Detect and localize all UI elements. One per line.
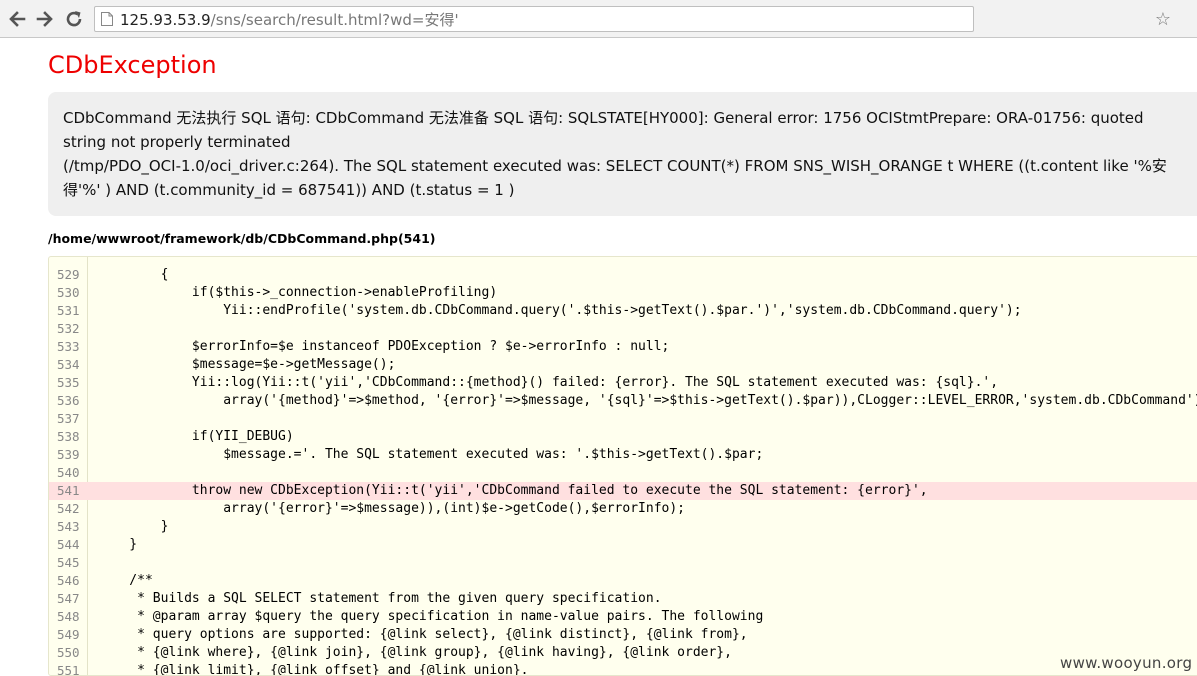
error-message-box: CDbCommand 无法执行 SQL 语句: CDbCommand 无法准备 …: [48, 92, 1197, 216]
line-number: 539: [57, 447, 80, 462]
line-number: 530: [57, 285, 80, 300]
line-number: 549: [57, 627, 80, 642]
code-line: 530 if($this->_connection->enableProfili…: [49, 284, 1197, 302]
code-text: * Builds a SQL SELECT statement from the…: [98, 591, 662, 606]
code-line: 546 /**: [49, 572, 1197, 590]
code-line: 533 $errorInfo=$e instanceof PDOExceptio…: [49, 338, 1197, 356]
address-bar[interactable]: 125.93.53.9/sns/search/result.html?wd=安得…: [94, 6, 974, 32]
source-code-panel: 529 {530 if($this->_connection->enablePr…: [48, 256, 1197, 676]
line-number: 532: [57, 321, 80, 336]
code-line: 531 Yii::endProfile('system.db.CDbComman…: [49, 302, 1197, 320]
code-line: 535 Yii::log(Yii::t('yii','CDbCommand::{…: [49, 374, 1197, 392]
code-text: $errorInfo=$e instanceof PDOException ? …: [98, 339, 670, 354]
code-line: 532: [49, 320, 1197, 338]
code-text: Yii::endProfile('system.db.CDbCommand.qu…: [98, 303, 1022, 318]
line-number: 547: [57, 591, 80, 606]
code-line: 542 array('{error}'=>$message)),(int)$e-…: [49, 500, 1197, 518]
back-arrow-icon: [9, 11, 26, 27]
code-text: array('{method}'=>$method, '{error}'=>$m…: [98, 393, 1197, 408]
page-icon: [101, 12, 113, 26]
error-message: CDbCommand 无法执行 SQL 语句: CDbCommand 无法准备 …: [63, 109, 1167, 199]
back-button[interactable]: [6, 8, 28, 30]
code-text: $message=$e->getMessage();: [98, 357, 396, 372]
code-text: /**: [98, 573, 153, 588]
line-number: 538: [57, 429, 80, 444]
code-line: 534 $message=$e->getMessage();: [49, 356, 1197, 374]
code-text: if($this->_connection->enableProfiling): [98, 285, 498, 300]
code-text: * query options are supported: {@link se…: [98, 627, 748, 642]
code-line: 537: [49, 410, 1197, 428]
code-text: }: [98, 537, 138, 552]
code-text: array('{error}'=>$message)),(int)$e->get…: [98, 501, 685, 516]
line-number: 541: [57, 483, 80, 498]
line-number: 544: [57, 537, 80, 552]
source-file-path: /home/wwwroot/framework/db/CDbCommand.ph…: [48, 231, 436, 246]
line-number: 536: [57, 393, 80, 408]
code-line: 544 }: [49, 536, 1197, 554]
bookmark-star-button[interactable]: ☆: [1150, 6, 1176, 32]
code-line: 539 $message.='. The SQL statement execu…: [49, 446, 1197, 464]
line-number: 546: [57, 573, 80, 588]
star-icon: ☆: [1154, 8, 1172, 29]
code-line: 551 * {@link limit}, {@link offset} and …: [49, 662, 1197, 676]
code-text: {: [98, 267, 169, 282]
browser-toolbar: 125.93.53.9/sns/search/result.html?wd=安得…: [0, 0, 1197, 38]
line-number: 543: [57, 519, 80, 534]
code-line: 540: [49, 464, 1197, 482]
url-text: 125.93.53.9/sns/search/result.html?wd=安得…: [120, 9, 459, 30]
line-number: 551: [57, 663, 80, 676]
code-line: 548 * @param array $query the query spec…: [49, 608, 1197, 626]
line-number: 534: [57, 357, 80, 372]
code-text: if(YII_DEBUG): [98, 429, 294, 444]
reload-button[interactable]: [63, 8, 85, 30]
line-number: 535: [57, 375, 80, 390]
code-text: * {@link where}, {@link join}, {@link gr…: [98, 645, 732, 660]
code-line: 547 * Builds a SQL SELECT statement from…: [49, 590, 1197, 608]
code-text: $message.='. The SQL statement executed …: [98, 447, 764, 462]
exception-title: CDbException: [48, 51, 217, 79]
code-text: * {@link limit}, {@link offset} and {@li…: [98, 663, 529, 676]
line-number: 545: [57, 555, 80, 570]
line-number: 550: [57, 645, 80, 660]
code-line: 545: [49, 554, 1197, 572]
watermark: www.wooyun.org: [1060, 654, 1193, 672]
code-line: 529 {: [49, 266, 1197, 284]
code-text: }: [98, 519, 169, 534]
url-path: /sns/search/result.html?wd=安得': [210, 10, 459, 29]
code-text: throw new CDbException(Yii::t('yii','CDb…: [98, 483, 928, 498]
code-line: 549 * query options are supported: {@lin…: [49, 626, 1197, 644]
code-text: Yii::log(Yii::t('yii','CDbCommand::{meth…: [98, 375, 999, 390]
line-number: 540: [57, 465, 80, 480]
line-number: 537: [57, 411, 80, 426]
line-number: 529: [57, 267, 80, 282]
reload-icon: [66, 11, 82, 27]
code-line: 550 * {@link where}, {@link join}, {@lin…: [49, 644, 1197, 662]
line-number: 548: [57, 609, 80, 624]
forward-arrow-icon: [36, 11, 53, 27]
source-code-lines: 529 {530 if($this->_connection->enablePr…: [49, 266, 1197, 676]
code-line: 536 array('{method}'=>$method, '{error}'…: [49, 392, 1197, 410]
line-number: 542: [57, 501, 80, 516]
line-number: 533: [57, 339, 80, 354]
code-text: * @param array $query the query specific…: [98, 609, 764, 624]
code-line: 543 }: [49, 518, 1197, 536]
line-number: 531: [57, 303, 80, 318]
code-line-error: 541 throw new CDbException(Yii::t('yii',…: [49, 482, 1197, 500]
url-host: 125.93.53.9: [120, 10, 211, 29]
forward-button[interactable]: [34, 8, 56, 30]
code-line: 538 if(YII_DEBUG): [49, 428, 1197, 446]
